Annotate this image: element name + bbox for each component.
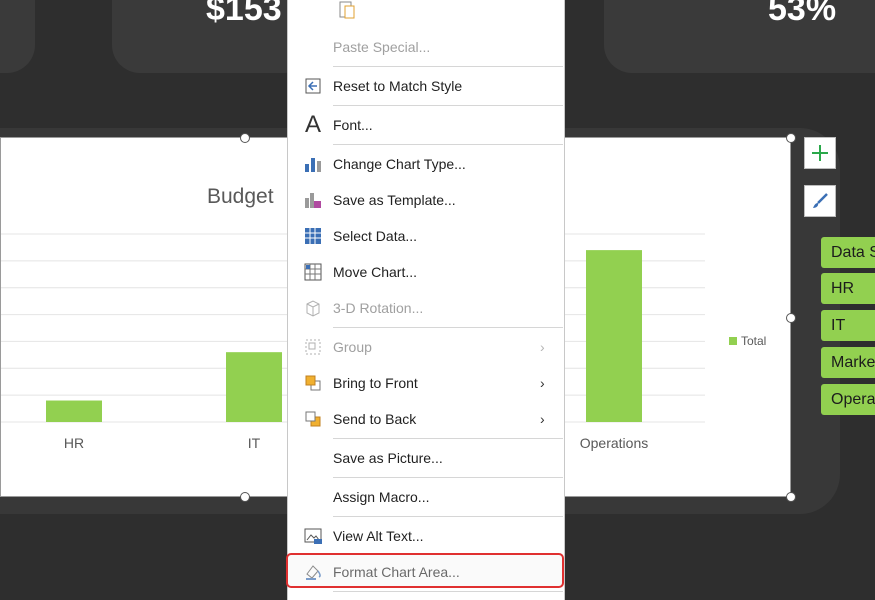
menu-item-label: Paste Special... <box>333 39 431 55</box>
kpi-value-budget: $153 <box>206 0 282 28</box>
menu-item-move-chart[interactable]: Move Chart... <box>288 255 564 289</box>
menu-separator <box>333 591 563 592</box>
alt-text-icon <box>302 525 324 547</box>
menu-item-group[interactable]: Group › <box>288 330 564 364</box>
chart-category-label: HR <box>64 435 84 451</box>
font-icon: A <box>304 111 321 138</box>
reset-style-icon <box>302 75 324 97</box>
menu-item-label: Send to Back <box>333 411 417 427</box>
menu-item-label: Change Chart Type... <box>333 156 466 172</box>
menu-item-save-as-picture[interactable]: Save as Picture... <box>288 441 564 475</box>
menu-item-view-alt-text[interactable]: View Alt Text... <box>288 519 564 553</box>
legend-label: Total <box>741 334 767 348</box>
resize-handle-right[interactable] <box>786 313 796 323</box>
menu-item-label: Reset to Match Style <box>333 78 463 94</box>
menu-separator <box>333 477 563 478</box>
submenu-arrow-icon: › <box>540 339 545 355</box>
resize-handle-bottom-right[interactable] <box>786 492 796 502</box>
menu-item-change-chart-type[interactable]: Change Chart Type... <box>288 147 564 181</box>
chart-styles-button[interactable] <box>804 185 836 217</box>
menu-item-label: Select Data... <box>333 228 418 244</box>
menu-item-label: Font... <box>333 117 373 133</box>
paste-icon-row[interactable] <box>288 0 564 26</box>
slicer-item[interactable]: Data S <box>821 237 875 268</box>
paste-icon <box>336 0 358 20</box>
menu-item-label: Move Chart... <box>333 264 418 280</box>
menu-item-label: View Alt Text... <box>333 528 424 544</box>
kpi-value-percent: 53% <box>768 0 837 28</box>
chart-bar-hr[interactable] <box>46 400 102 422</box>
resize-handle-bottom[interactable] <box>240 492 250 502</box>
menu-separator <box>333 144 563 145</box>
bring-to-front-icon <box>302 372 324 394</box>
slicer-item[interactable]: HR <box>821 273 875 304</box>
chart-type-icon <box>302 153 324 175</box>
chart-elements-button[interactable] <box>804 137 836 169</box>
menu-item-label: 3-D Rotation... <box>333 300 424 316</box>
menu-item-save-as-template[interactable]: Save as Template... <box>288 183 564 217</box>
menu-separator <box>333 105 563 106</box>
chart-bar-it[interactable] <box>226 352 282 422</box>
menu-separator <box>333 66 563 67</box>
menu-item-label: Save as Template... <box>333 192 456 208</box>
menu-item-select-data[interactable]: Select Data... <box>288 219 564 253</box>
menu-separator <box>333 516 563 517</box>
menu-item-send-to-back[interactable]: Send to Back › <box>288 402 564 436</box>
send-to-back-icon <box>302 408 324 430</box>
menu-item-reset-to-match-style[interactable]: Reset to Match Style <box>288 69 564 103</box>
menu-item-bring-to-front[interactable]: Bring to Front › <box>288 366 564 400</box>
chart-category-label: Operations <box>580 435 648 451</box>
chart-legend[interactable]: Total <box>729 334 766 348</box>
menu-separator <box>333 327 563 328</box>
resize-handle-top[interactable] <box>240 133 250 143</box>
select-data-icon <box>302 225 324 247</box>
menu-item-label: Save as Picture... <box>333 450 443 466</box>
cube-icon <box>302 297 324 319</box>
legend-swatch <box>729 337 737 345</box>
plus-icon <box>812 145 828 161</box>
menu-item-label: Assign Macro... <box>333 489 430 505</box>
resize-handle-top-right[interactable] <box>786 133 796 143</box>
slicer-item[interactable]: Opera <box>821 384 875 415</box>
menu-separator <box>333 438 563 439</box>
brush-icon <box>813 193 828 208</box>
highlight-box <box>286 553 564 588</box>
submenu-arrow-icon: › <box>540 375 545 391</box>
submenu-arrow-icon: › <box>540 411 545 427</box>
menu-item-font[interactable]: A Font... <box>288 108 564 142</box>
menu-item-label: Group <box>333 339 372 355</box>
menu-item-label: Bring to Front <box>333 375 418 391</box>
context-menu: Paste Special... Reset to Match Style A … <box>287 0 565 600</box>
save-template-icon <box>302 189 324 211</box>
menu-item-assign-macro[interactable]: Assign Macro... <box>288 480 564 514</box>
menu-item-paste-special[interactable]: Paste Special... <box>288 30 564 64</box>
chart-category-label: IT <box>248 435 261 451</box>
slicer-item[interactable]: IT <box>821 310 875 341</box>
move-chart-icon <box>302 261 324 283</box>
slicer-item[interactable]: Marke <box>821 347 875 378</box>
group-icon <box>302 336 324 358</box>
chart-bar-operations[interactable] <box>586 250 642 422</box>
menu-item-3d-rotation[interactable]: 3-D Rotation... <box>288 291 564 325</box>
